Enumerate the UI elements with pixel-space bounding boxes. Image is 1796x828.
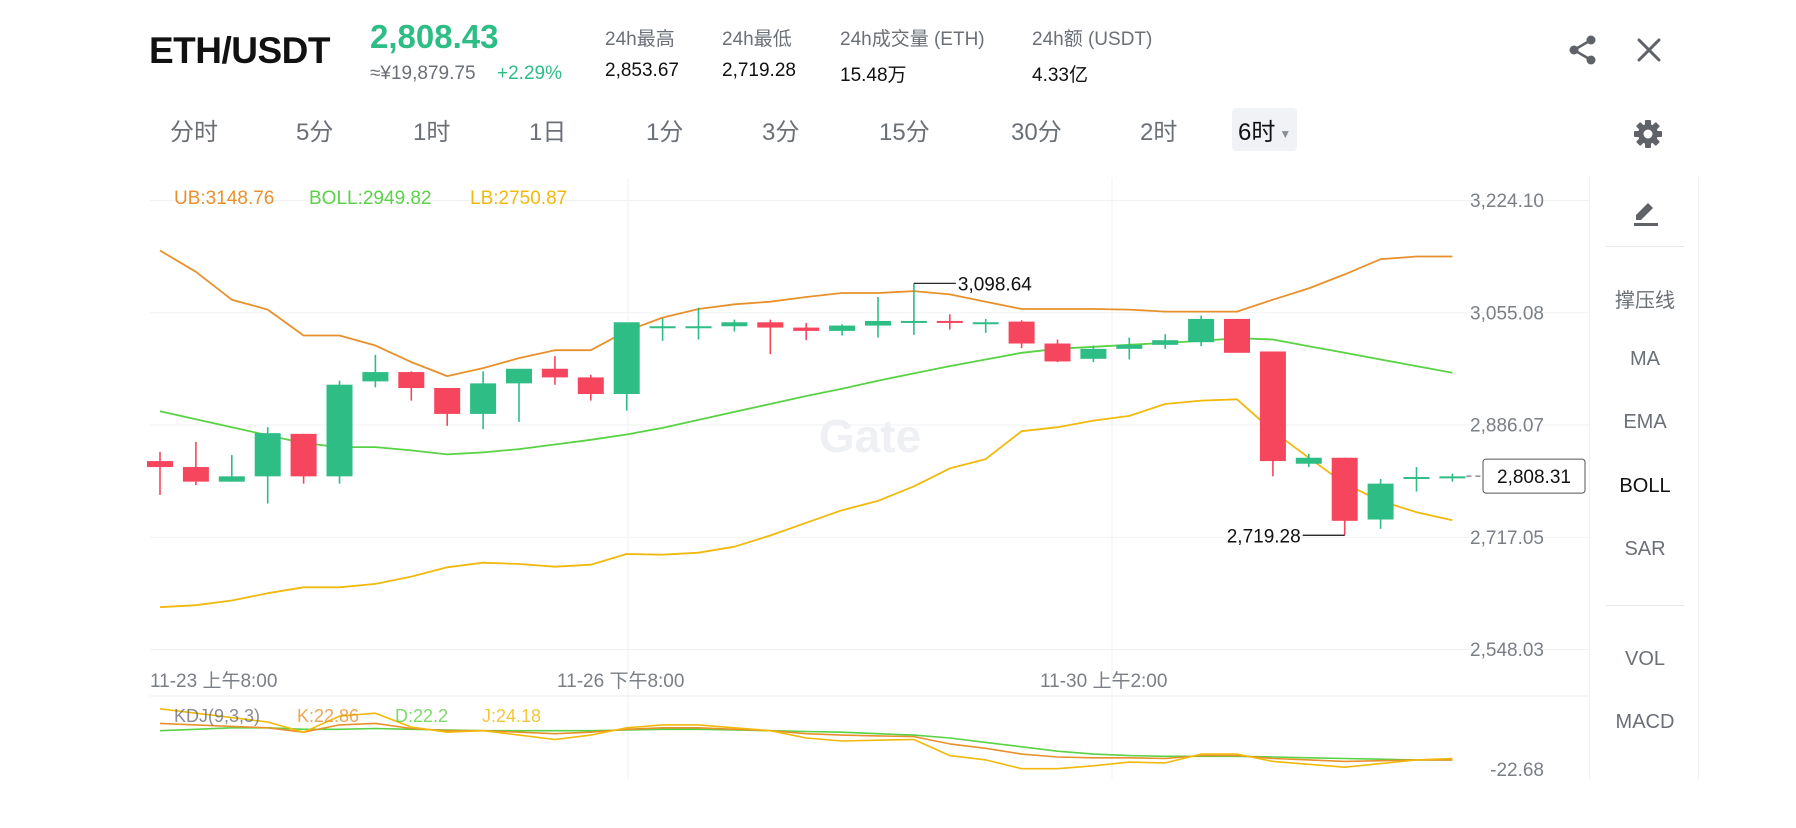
candle-up xyxy=(1367,483,1394,520)
candle-up xyxy=(721,322,748,327)
kline-chart[interactable]: Gate 3,098.64 2,719.28 2,808.31 3,224.10 3,… xyxy=(0,0,1796,828)
legend-lb: LB:2750.87 xyxy=(470,188,567,210)
candle-up xyxy=(218,476,245,482)
candle-up xyxy=(1080,348,1107,359)
candle-up xyxy=(470,383,497,414)
candle-down xyxy=(1044,343,1071,362)
high-marker-label: 3,098.64 xyxy=(958,274,1032,295)
y-tick-label: 3,055.08 xyxy=(1470,303,1544,324)
y-tick-label: 3,224.10 xyxy=(1470,191,1544,212)
candle-down xyxy=(1259,351,1286,462)
boll-lower-line xyxy=(159,398,1453,609)
candle-down xyxy=(541,368,568,378)
candle-down xyxy=(1008,321,1035,344)
legend-boll: BOLL:2949.82 xyxy=(309,188,432,210)
gate-watermark: Gate xyxy=(819,410,921,462)
legend-ub: UB:3148.76 xyxy=(174,188,274,210)
candle-down xyxy=(398,372,425,389)
kdj-legend-k: K:22.86 xyxy=(297,706,360,726)
candle-down xyxy=(290,433,317,477)
kdj-legend-j: J:24.18 xyxy=(482,706,542,726)
candle-down xyxy=(793,327,820,331)
sidebar-item-ma[interactable]: MA xyxy=(1590,348,1700,371)
boll-middle-line xyxy=(159,337,1453,456)
candle-down xyxy=(182,467,209,482)
candle-up xyxy=(1439,476,1466,479)
sidebar-item-vol[interactable]: VOL xyxy=(1590,648,1700,671)
candle-up xyxy=(1403,477,1430,480)
x-tick-label: 11-26 下午8:00 xyxy=(557,670,684,692)
sidebar-item-ema[interactable]: EMA xyxy=(1590,411,1700,434)
candle-up xyxy=(1188,318,1215,343)
candle-up xyxy=(1295,457,1322,464)
indicator-sidebar: 撑压线 MA EMA BOLL SAR VOL MACD xyxy=(1589,178,1699,780)
sidebar-divider xyxy=(1606,605,1684,606)
x-tick-label: 11-30 上午2:00 xyxy=(1040,670,1167,692)
candle-up xyxy=(362,372,389,382)
kdj-legend-name: KDJ(9,3,3) xyxy=(174,706,261,726)
kdj-legend-d: D:22.2 xyxy=(395,706,449,726)
candle-up xyxy=(685,326,712,329)
candle-down xyxy=(434,388,461,414)
y-tick-label: 2,886.07 xyxy=(1470,416,1544,437)
candle-down xyxy=(1224,318,1250,353)
sidebar-item-macd[interactable]: MACD xyxy=(1590,711,1700,734)
legend-ub-text: UB:3148.76 xyxy=(174,188,275,209)
candle-up xyxy=(1152,340,1179,345)
candle-down xyxy=(147,461,173,468)
sidebar-item-sar[interactable]: SAR xyxy=(1590,538,1700,561)
candle-up xyxy=(900,320,927,323)
last-price-label: 2,808.31 xyxy=(1497,467,1571,488)
pencil-icon xyxy=(1634,203,1658,226)
legend-boll-text: BOLL:2949.82 xyxy=(309,188,432,209)
draw-tool-button[interactable] xyxy=(1590,196,1700,236)
kdj-axis-label: -22.68 xyxy=(1490,760,1544,781)
candle-up xyxy=(865,320,891,326)
kdj-d-line xyxy=(159,726,1453,761)
candle-up xyxy=(972,322,999,325)
candle-down xyxy=(577,377,604,394)
candle-up xyxy=(829,325,856,331)
boll-upper-line xyxy=(159,249,1453,378)
candle-up xyxy=(254,433,281,477)
candle-up xyxy=(613,322,640,394)
candle-up xyxy=(649,326,676,329)
legend-lb-text: LB:2750.87 xyxy=(470,188,568,209)
candle-up xyxy=(506,368,532,384)
candle-down xyxy=(1331,457,1358,521)
low-marker-label: 2,719.28 xyxy=(1227,526,1301,547)
x-tick-label: 11-23 上午8:00 xyxy=(150,670,277,692)
sidebar-item-boll[interactable]: BOLL xyxy=(1590,475,1700,498)
kline-chart-svg[interactable]: Gate 3,098.64 2,719.28 2,808.31 3,224.10 3,… xyxy=(0,0,1796,828)
y-tick-label: 2,548.03 xyxy=(1470,640,1544,661)
candle-down xyxy=(757,322,784,328)
sidebar-item-support-resistance[interactable]: 撑压线 xyxy=(1590,284,1700,313)
candle-up xyxy=(326,384,353,477)
y-tick-label: 2,717.05 xyxy=(1470,528,1544,549)
candle-down xyxy=(936,320,963,323)
sidebar-divider xyxy=(1606,246,1684,247)
candle-up xyxy=(1116,344,1143,349)
